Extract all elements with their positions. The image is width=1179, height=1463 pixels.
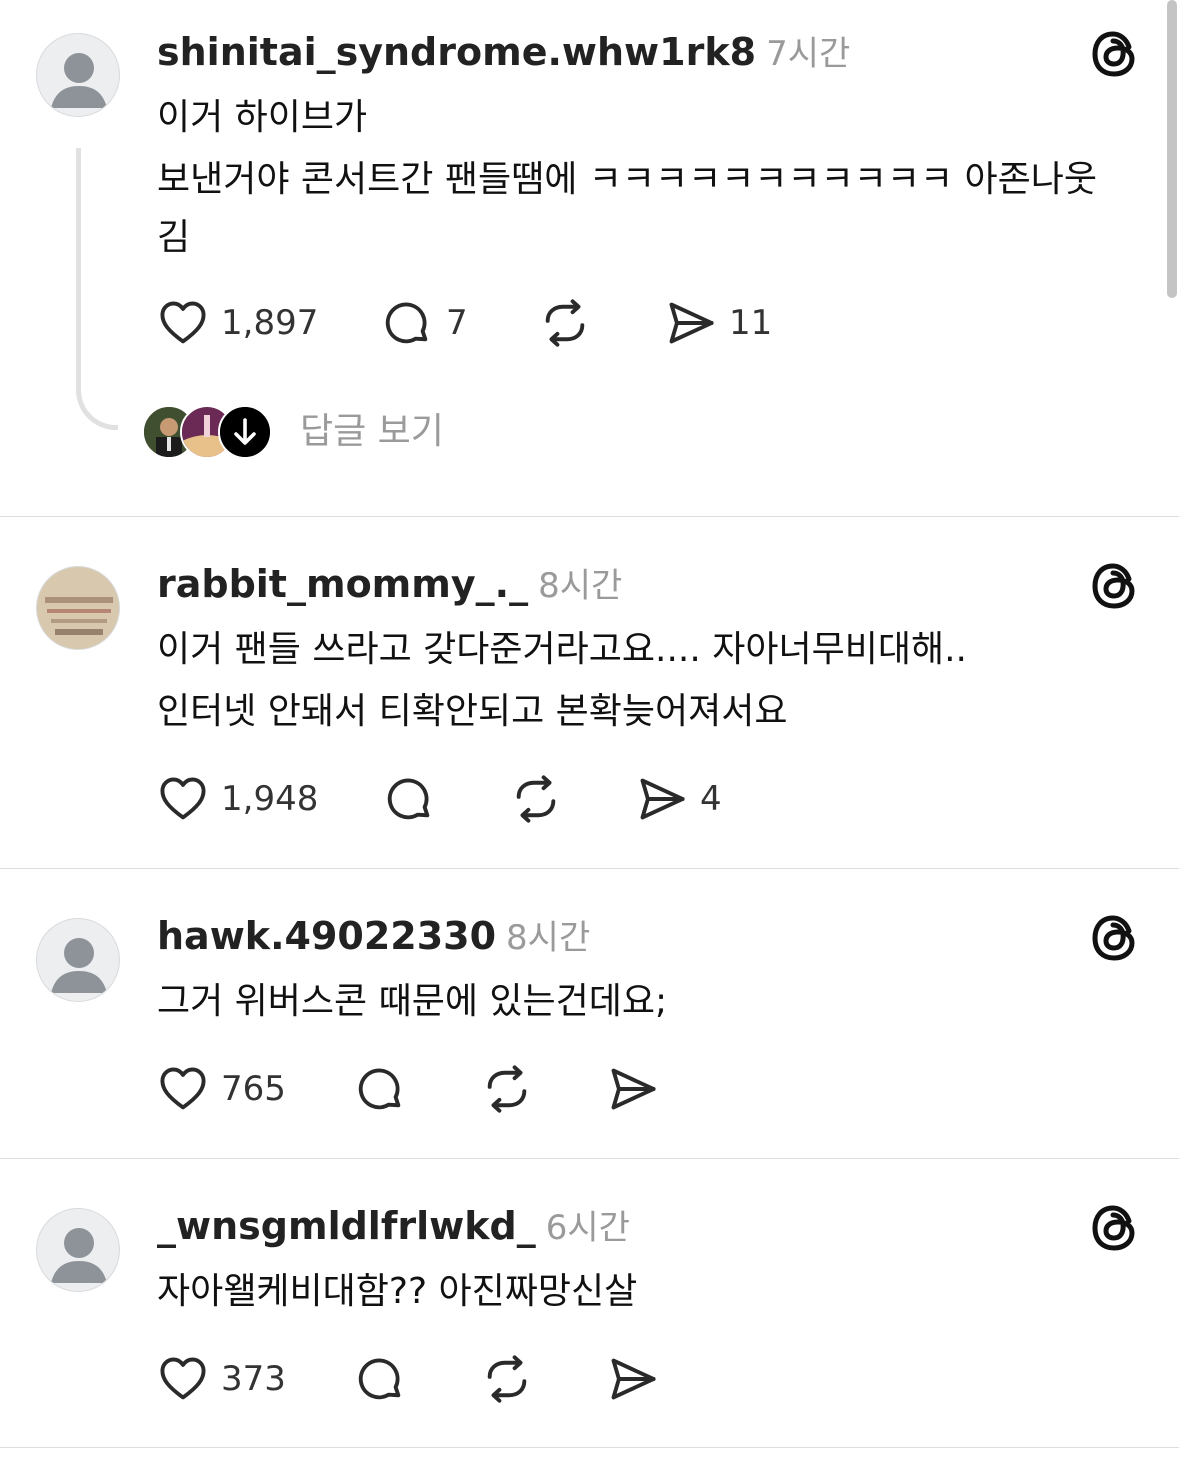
post-text-line: 자아왤케비대함?? 아진짜망신살: [157, 1271, 638, 1312]
share-button[interactable]: [607, 1064, 659, 1114]
photo-avatar: [37, 567, 119, 649]
post-header: hawk.49022330 8시간: [157, 910, 590, 959]
send-icon: [607, 1353, 659, 1405]
like-count: 1,948: [221, 779, 319, 819]
comment-icon: [355, 1353, 407, 1405]
divider: [0, 516, 1179, 517]
post-text-line: 김: [157, 217, 191, 258]
post-header: shinitai_syndrome.whw1rk8 7시간: [157, 26, 850, 75]
threads-logo-icon[interactable]: [1089, 912, 1141, 964]
share-button[interactable]: [607, 1354, 659, 1404]
divider: [0, 1447, 1179, 1448]
avatar[interactable]: [36, 566, 120, 650]
timestamp: 7시간: [766, 34, 851, 74]
post-header: rabbit_mommy_._ 8시간: [157, 558, 622, 607]
send-icon: [665, 297, 717, 349]
threads-logo-icon[interactable]: [1089, 28, 1141, 80]
share-count: 11: [729, 303, 773, 343]
comment-icon: [382, 297, 434, 349]
send-icon: [607, 1063, 659, 1115]
send-icon: [636, 773, 688, 825]
comment-button[interactable]: [355, 1064, 407, 1114]
share-button[interactable]: 4: [636, 774, 722, 824]
post-text-line: 그거 위버스콘 때문에 있는건데요;: [157, 981, 668, 1022]
view-replies-link[interactable]: 답글 보기: [300, 405, 444, 459]
threads-logo-icon[interactable]: [1089, 560, 1141, 612]
heart-icon: [157, 1063, 209, 1115]
post-text-line: 이거 하이브가: [157, 97, 368, 138]
thread-connector-line: [76, 148, 118, 430]
reply-avatar: [218, 405, 272, 459]
repost-button[interactable]: [481, 1064, 533, 1114]
share-button[interactable]: 11: [665, 298, 772, 348]
repost-button[interactable]: [539, 298, 591, 348]
repost-button[interactable]: [510, 774, 562, 824]
username[interactable]: shinitai_syndrome.whw1rk8: [157, 30, 756, 74]
post-header: _wnsgmldlfrlwkd_ 6시간: [157, 1200, 630, 1249]
username[interactable]: hawk.49022330: [157, 914, 496, 958]
comment-button[interactable]: 7: [382, 298, 468, 348]
username[interactable]: _wnsgmldlfrlwkd_: [157, 1204, 536, 1248]
divider: [0, 868, 1179, 869]
repost-icon: [481, 1063, 533, 1115]
divider: [0, 1158, 1179, 1159]
like-button[interactable]: 1,948: [157, 774, 318, 824]
avatar[interactable]: [36, 918, 120, 1002]
username[interactable]: rabbit_mommy_._: [157, 562, 528, 606]
like-count: 765: [221, 1069, 286, 1109]
repost-icon: [510, 773, 562, 825]
post-text-line: 이거 팬들 쓰라고 갖다준거라고요.... 자아너무비대해..: [157, 629, 967, 670]
threads-logo-icon[interactable]: [1089, 1202, 1141, 1254]
default-avatar-icon: [37, 919, 120, 1002]
comment-count: 7: [446, 303, 468, 343]
comment-icon: [355, 1063, 407, 1115]
repost-icon: [539, 297, 591, 349]
timestamp: 6시간: [545, 1208, 630, 1248]
heart-icon: [157, 1353, 209, 1405]
default-avatar-icon: [37, 1209, 120, 1292]
comment-button[interactable]: [355, 1354, 407, 1404]
avatar[interactable]: [36, 1208, 120, 1292]
post-text-line: 보낸거야 콘서트간 팬들땜에 ㅋㅋㅋㅋㅋㅋㅋㅋㅋㅋㅋ 아존나웃: [157, 159, 1098, 200]
like-button[interactable]: 1,897: [157, 298, 318, 348]
repost-icon: [481, 1353, 533, 1405]
repost-button[interactable]: [481, 1354, 533, 1404]
like-count: 1,897: [221, 303, 319, 343]
heart-icon: [157, 773, 209, 825]
avatar[interactable]: [36, 33, 120, 117]
comment-icon: [384, 773, 436, 825]
heart-icon: [157, 297, 209, 349]
post-text-line: 인터넷 안돼서 티확안되고 본확늦어져서요: [157, 691, 788, 732]
default-avatar-icon: [37, 34, 120, 117]
arrow-down-icon: [220, 407, 270, 457]
like-count: 373: [221, 1359, 286, 1399]
timestamp: 8시간: [506, 918, 591, 958]
scrollbar[interactable]: [1167, 0, 1177, 298]
comment-button[interactable]: [384, 774, 436, 824]
like-button[interactable]: 373: [157, 1354, 286, 1404]
share-count: 4: [700, 779, 722, 819]
timestamp: 8시간: [538, 566, 623, 606]
like-button[interactable]: 765: [157, 1064, 286, 1114]
